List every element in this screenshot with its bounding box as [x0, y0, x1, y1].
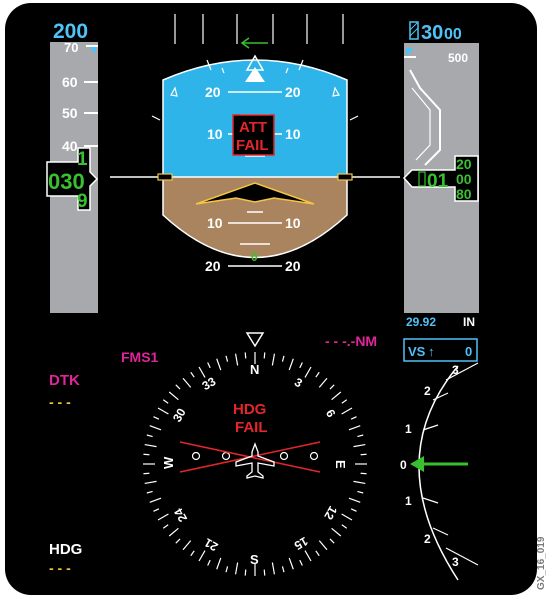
vs-box: VS ↑ 0 — [403, 338, 478, 362]
compass-tick — [143, 453, 150, 456]
compass-tick — [143, 472, 150, 475]
hsi-source: FMS1 — [121, 349, 159, 365]
compass-tick — [360, 453, 367, 456]
hdg-value: - - - — [49, 560, 71, 576]
speed-drum-lower: 9 — [77, 191, 88, 212]
pitch-dn-10-right: 10 — [285, 215, 301, 231]
pitch-dn-20-right: 20 — [285, 258, 301, 274]
compass-tick — [244, 352, 247, 359]
vsi-label-up3: 3 — [452, 363, 459, 377]
compass-n: N — [250, 362, 259, 377]
vsi-label-dn1: 1 — [405, 494, 412, 508]
pitch-up-10-left: 10 — [207, 126, 223, 142]
baro-value[interactable]: 29.92 — [406, 315, 436, 329]
vsi-label-up1: 1 — [405, 422, 412, 436]
alt-tape-label-500: 500 — [448, 51, 468, 65]
speed-tick-70: 70 — [64, 40, 78, 55]
compass-tick — [360, 472, 367, 475]
speed-tick-50: 50 — [62, 105, 78, 121]
vs-value: 0 — [465, 344, 472, 359]
speed-tick-40: 40 — [62, 138, 78, 154]
airspeed-tape: 200 70 60 50 40 1 030 9 — [46, 17, 100, 313]
slip-value: 0 — [251, 250, 258, 264]
compass-w: W — [161, 456, 176, 469]
hdg-label: HDG — [49, 541, 82, 558]
hsi-distance: - - -.-NM — [325, 333, 377, 349]
compass-tick — [263, 569, 266, 576]
alt-selected-hundreds: 00 — [444, 26, 462, 43]
vsi-label-dn3: 3 — [452, 555, 459, 569]
dtk-label: DTK — [49, 372, 80, 389]
compass-tick — [244, 569, 247, 576]
pitch-dn-20-left: 20 — [205, 258, 221, 274]
alt-drum-mid: 00 — [456, 171, 472, 187]
vs-label: VS — [408, 344, 426, 359]
compass-s: S — [250, 552, 259, 567]
alt-selected-thousands: 30 — [421, 22, 443, 44]
att-fail-line2: FAIL — [236, 137, 269, 154]
pitch-up-10-right: 10 — [285, 126, 301, 142]
compass-e: E — [333, 460, 348, 469]
vsi-label-0: 0 — [400, 458, 407, 472]
figure-id: GX_16_019 — [536, 536, 547, 590]
baro-unit: IN — [463, 315, 475, 329]
pitch-up-20-left: 20 — [205, 84, 221, 100]
compass-tick — [263, 352, 266, 359]
hdg-fail-line1: HDG — [233, 401, 266, 418]
vs-arrow-icon: ↑ — [428, 344, 435, 359]
att-fail-line1: ATT — [239, 119, 267, 136]
speed-tick-60: 60 — [62, 74, 78, 90]
dtk-value: - - - — [49, 394, 71, 410]
speed-drum-upper: 1 — [77, 149, 88, 170]
vsi-label-up2: 2 — [424, 384, 431, 398]
pfd-display: 200 70 60 50 40 1 030 9 20 20 10 10 10 1… — [5, 3, 547, 595]
alt-current-thousands: 01 — [427, 171, 449, 192]
pitch-up-20-right: 20 — [285, 84, 301, 100]
hdg-fail-line2: FAIL — [235, 419, 268, 436]
vsi-label-dn2: 2 — [424, 532, 431, 546]
pitch-dn-10-left: 10 — [207, 215, 223, 231]
altitude-tape: 30 00 500 01 20 00 80 29.92 IN — [402, 21, 479, 329]
alt-drum-upper: 20 — [456, 156, 472, 172]
alt-drum-lower: 80 — [456, 186, 472, 202]
